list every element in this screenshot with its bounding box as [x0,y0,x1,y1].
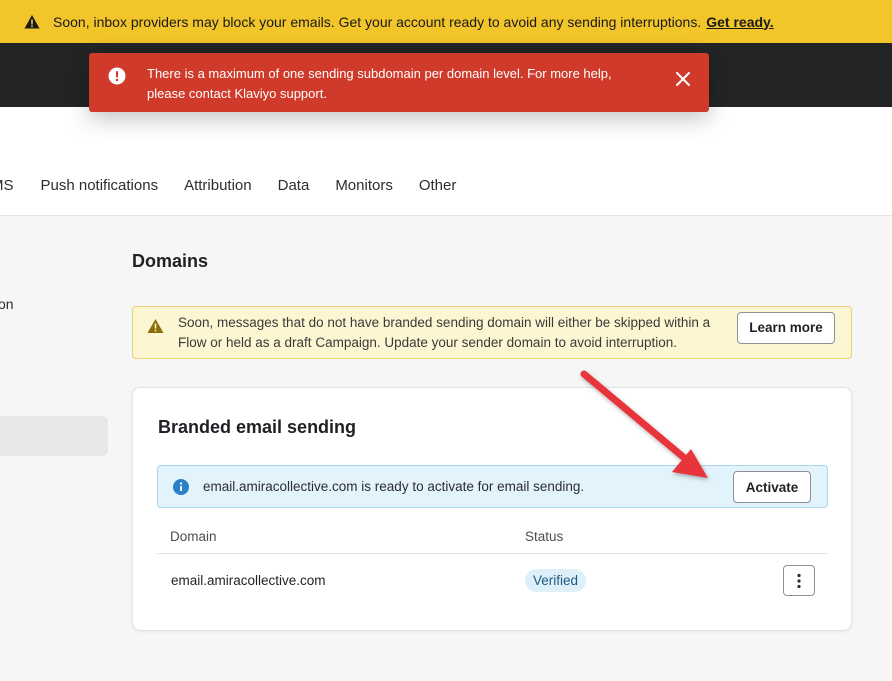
learn-more-button[interactable]: Learn more [737,312,835,344]
settings-tabs: MS Push notifications Attribution Data M… [0,177,482,194]
error-icon [108,67,126,85]
get-ready-link[interactable]: Get ready. [706,14,773,30]
domain-warning-box: Soon, messages that do not have branded … [132,306,852,359]
sidebar-item-partial[interactable]: on [0,296,14,312]
close-icon [676,72,690,86]
tab-push-notifications[interactable]: Push notifications [41,177,159,194]
domain-cell: email.amiracollective.com [171,573,326,588]
error-toast: There is a maximum of one sending subdom… [89,53,709,112]
page-title: Domains [132,251,209,271]
activation-info-text: email.amiracollective.com is ready to ac… [203,479,585,494]
info-icon [173,479,189,495]
column-header-status: Status [525,529,564,544]
toast-message: There is a maximum of one sending subdom… [147,66,612,101]
card-title: Branded email sending [158,417,357,437]
warning-icon [147,319,164,333]
status-badge: Verified [525,569,587,592]
more-vertical-icon [797,573,801,588]
tab-sms[interactable]: MS [0,177,14,194]
top-warning-banner: Soon, inbox providers may block your ema… [0,0,892,43]
top-banner-message: Soon, inbox providers may block your ema… [53,13,702,30]
tab-monitors[interactable]: Monitors [335,177,393,194]
row-actions-button[interactable] [783,565,815,596]
close-toast-button[interactable] [671,67,695,91]
activate-button[interactable]: Activate [733,471,811,503]
warning-icon [24,14,40,28]
settings-header [0,107,892,216]
sidebar-item-selected[interactable] [0,416,108,456]
tab-data[interactable]: Data [278,177,310,194]
column-header-domain: Domain [170,529,217,544]
activation-info-box: email.amiracollective.com is ready to ac… [157,465,828,508]
table-divider [157,553,828,554]
tab-other[interactable]: Other [419,177,457,194]
domain-warning-text: Soon, messages that do not have branded … [178,315,711,350]
branded-email-sending-card: Branded email sending email.amiracollect… [132,387,852,631]
tab-attribution[interactable]: Attribution [184,177,252,194]
